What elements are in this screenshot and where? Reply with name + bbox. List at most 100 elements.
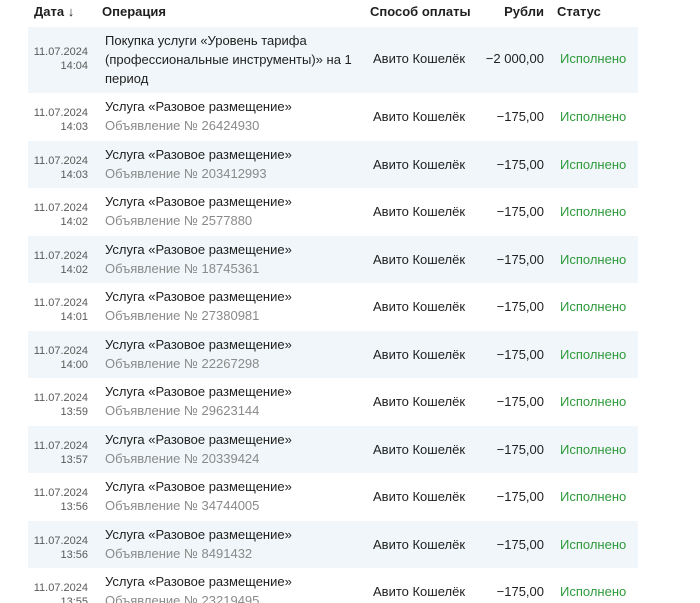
operation-title: Услуга «Разовое размещение» [105,99,292,114]
row-date: 11.07.2024 [33,439,88,452]
listing-number: Объявление № 18745361 [105,260,260,276]
row-date: 11.07.2024 [33,249,88,262]
table-row: 11.07.2024 14:00 Услуга «Разовое размещен… [28,330,638,378]
listing-number: Объявление № 20339424 [105,450,260,466]
row-datetime: 11.07.2024 14:04 [28,45,88,73]
listing-number: Объявление № 23219495 [105,593,260,603]
row-datetime: 11.07.2024 14:02 [28,201,88,229]
row-operation: Услуга «Разовое размещение» Объявление № … [105,145,367,183]
table-row: 11.07.2024 13:56 Услуга «Разовое размещен… [28,473,638,521]
row-amount: −175,00 [496,584,544,599]
table-row: 11.07.2024 14:01 Услуга «Разовое размещен… [28,283,638,331]
row-amount: −175,00 [496,441,544,457]
row-status: Исполнено [560,251,627,267]
row-time: 13:56 [60,548,88,561]
row-date: 11.07.2024 [33,46,88,58]
row-time: 13:57 [60,453,88,466]
row-time: 14:04 [60,60,88,72]
table-row: 11.07.2024 13:57 Услуга «Разовое размещен… [28,425,638,473]
row-date: 11.07.2024 [33,107,88,119]
row-amount: −175,00 [496,156,544,172]
row-datetime: 11.07.2024 13:56 [28,486,88,514]
row-status: Исполнено [560,346,627,362]
row-datetime: 11.07.2024 13:56 [28,534,88,562]
row-datetime: 11.07.2024 14:01 [28,296,88,324]
row-status: Исполнено [560,51,627,66]
row-amount: −2 000,00 [485,51,544,66]
row-amount: −175,00 [496,109,544,124]
table-row: 11.07.2024 14:03 Услуга «Разовое размещен… [28,140,638,188]
operation-title: Услуга «Разовое размещение» [105,194,292,209]
listing-number: Объявление № 22267298 [105,355,260,371]
operation-title: Услуга «Разовое размещение» [105,384,292,399]
row-datetime: 11.07.2024 14:00 [28,344,88,372]
row-payment-method: Авито Кошелёк [373,584,466,599]
row-operation: Услуга «Разовое размещение» Объявление № … [105,382,367,420]
row-time: 13:59 [60,406,88,418]
row-operation: Услуга «Разовое размещение» Объявление № … [105,430,367,468]
listing-number: Объявление № 29623144 [105,403,260,418]
row-operation: Услуга «Разовое размещение» Объявление № … [105,287,367,325]
listing-number: Объявление № 2577880 [105,213,253,228]
row-time: 14:01 [60,311,88,323]
row-amount: −175,00 [496,394,544,409]
row-datetime: 11.07.2024 14:02 [28,249,88,277]
row-time: 14:02 [60,263,88,276]
listing-number: Объявление № 26424930 [105,118,260,133]
row-operation: Покупка услуги «Уровень тарифа (професси… [105,31,367,88]
row-operation: Услуга «Разовое размещение» Объявление № … [105,192,367,230]
row-payment-method: Авито Кошелёк [373,51,466,66]
listing-number: Объявление № 34744005 [105,498,260,513]
row-date: 11.07.2024 [33,487,88,499]
row-amount: −175,00 [496,346,544,362]
row-operation: Услуга «Разовое размещение» Объявление № … [105,240,367,278]
row-payment-method: Авито Кошелёк [373,109,466,124]
row-status: Исполнено [560,204,627,219]
row-operation: Услуга «Разовое размещение» Объявление № … [105,335,367,373]
row-date: 11.07.2024 [33,297,88,309]
row-datetime: 11.07.2024 14:03 [28,154,88,182]
table-row: 11.07.2024 13:59 Услуга «Разовое размещен… [28,378,638,426]
status-column-header: Статус [557,4,601,19]
row-datetime: 11.07.2024 13:55 [28,581,88,603]
row-status: Исполнено [560,109,627,124]
operation-title: Услуга «Разовое размещение» [105,241,292,257]
row-payment-method: Авито Кошелёк [373,346,466,362]
row-amount: −175,00 [496,299,544,314]
row-status: Исполнено [560,441,627,457]
table-row: 11.07.2024 13:56 Услуга «Разовое размещен… [28,520,638,568]
amount-column-header: Рубли [504,4,544,19]
row-payment-method: Авито Кошелёк [373,251,466,267]
row-date: 11.07.2024 [33,392,88,404]
row-datetime: 11.07.2024 13:59 [28,391,88,419]
row-amount: −175,00 [496,251,544,267]
row-status: Исполнено [560,394,627,409]
operation-title: Услуга «Разовое размещение» [105,431,292,447]
payment-column-header: Способ оплаты [370,4,471,19]
date-column-header[interactable]: Дата ↓ [34,4,74,19]
row-status: Исполнено [560,156,627,172]
row-payment-method: Авито Кошелёк [373,441,466,457]
row-amount: −175,00 [496,536,544,552]
row-datetime: 11.07.2024 14:03 [28,106,88,134]
row-time: 14:02 [60,216,88,228]
transactions-table-body: 11.07.2024 14:04 Покупка услуги «Уровень … [28,27,638,603]
row-operation: Услуга «Разовое размещение» Объявление № … [105,97,367,135]
operation-title: Услуга «Разовое размещение» [105,336,292,352]
row-date: 11.07.2024 [33,202,88,214]
row-payment-method: Авито Кошелёк [373,299,466,314]
table-row: 11.07.2024 14:02 Услуга «Разовое размещен… [28,235,638,283]
row-date: 11.07.2024 [33,582,88,594]
row-payment-method: Авито Кошелёк [373,536,466,552]
row-time: 13:56 [60,501,88,513]
row-operation: Услуга «Разовое размещение» Объявление № … [105,572,367,603]
row-date: 11.07.2024 [33,344,88,357]
operation-title: Покупка услуги «Уровень тарифа (професси… [105,33,352,86]
row-operation: Услуга «Разовое размещение» Объявление № … [105,525,367,563]
row-payment-method: Авито Кошелёк [373,489,466,504]
row-time: 14:03 [60,121,88,133]
operation-title: Услуга «Разовое размещение» [105,574,292,589]
table-row: 11.07.2024 14:03 Услуга «Разовое размещен… [28,93,638,141]
row-amount: −175,00 [496,489,544,504]
listing-number: Объявление № 27380981 [105,308,260,323]
